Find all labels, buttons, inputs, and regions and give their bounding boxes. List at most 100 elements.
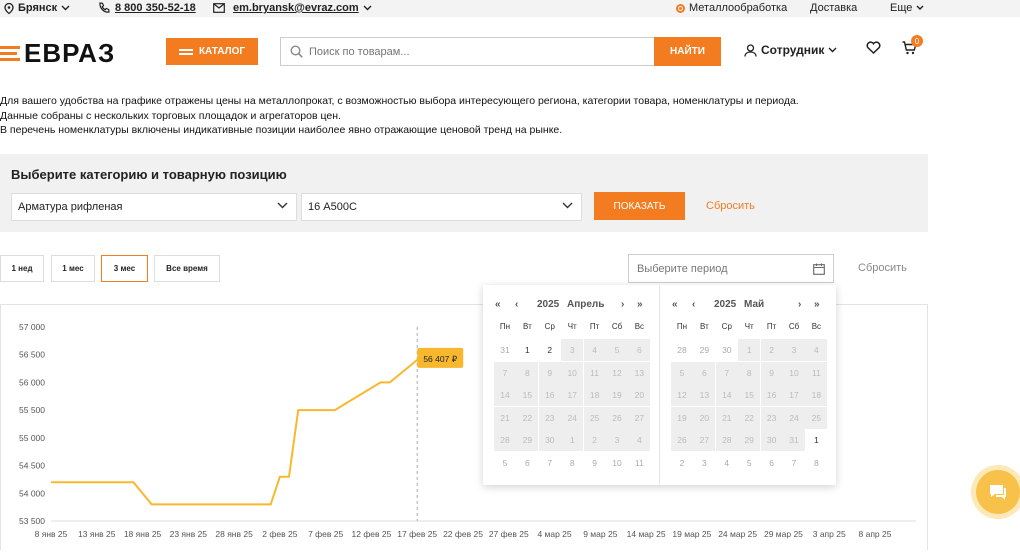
category-select[interactable]: Арматура рифленая [11,193,297,221]
calendar-day[interactable]: 28 [671,339,693,361]
range-1-month[interactable]: 1 мес [51,255,95,282]
next-year-button[interactable]: » [637,299,643,310]
calendar-month[interactable]: Май [744,299,764,310]
calendar-day[interactable]: 2 [539,339,561,361]
next-year-button[interactable]: » [814,299,820,310]
calendar-day[interactable]: 8 [561,452,583,474]
calendar-day[interactable]: 9 [584,452,606,474]
calendar-day[interactable]: 5 [738,452,760,474]
phone-link[interactable]: 8 800 350-52-18 [98,2,196,14]
period-reset-link[interactable]: Сбросить [858,262,907,274]
weekday-label: Вс [628,322,650,331]
calendar-day[interactable]: 5 [494,452,516,474]
logo[interactable]: ЕВРАЗ [0,38,115,69]
calendar-day: 8 [738,362,760,384]
more-menu[interactable]: Еще [890,2,924,14]
chat-widget-button[interactable] [976,470,1020,514]
x-tick-label: 3 апр 25 [813,529,846,539]
catalog-button[interactable]: КАТАЛОГ [166,38,258,65]
calendar-day[interactable]: 31 [494,339,516,361]
calendar-day: 24 [561,407,583,429]
period-picker[interactable]: Выберите период [628,254,834,283]
metalwork-link[interactable]: Металлообработка [676,2,787,14]
prev-year-button[interactable]: « [495,299,501,310]
search-button[interactable]: НАЙТИ [654,37,721,66]
delivery-link[interactable]: Доставка [810,2,857,14]
calendar-day: 12 [606,362,628,384]
calendar-day[interactable]: 29 [693,339,715,361]
calendar-day: 7 [716,362,738,384]
calendar-day: 2 [584,429,606,451]
weekday-label: Пт [584,322,606,331]
calendar-day[interactable]: 4 [716,452,738,474]
range-3-months[interactable]: 3 мес [101,255,148,282]
city-selector[interactable]: Брянск [4,2,70,14]
calendar-day[interactable]: 2 [671,452,693,474]
menu-icon [179,49,193,55]
prev-month-button[interactable]: ‹ [515,299,518,310]
favorites-icon[interactable] [866,41,881,54]
intro-line: В перечень номенклатуры включены индикат… [0,123,799,138]
calendar-day: 20 [693,407,715,429]
header: ЕВРАЗ КАТАЛОГ НАЙТИ Сотрудник 0 [0,17,1020,85]
calendar-day[interactable]: 30 [716,339,738,361]
calendar-day: 5 [671,362,693,384]
x-tick-label: 22 фев 25 [443,529,483,539]
filter-reset-link[interactable]: Сбросить [706,200,755,212]
x-tick-label: 17 фев 25 [397,529,437,539]
user-label: Сотрудник [761,43,824,57]
x-tick-label: 7 фев 25 [308,529,343,539]
calendar-day[interactable]: 1 [805,429,827,451]
metalwork-label: Металлообработка [689,2,787,14]
calendar-day: 28 [716,429,738,451]
range-all-time[interactable]: Все время [154,255,220,282]
chevron-down-icon [61,5,70,11]
calendar-year[interactable]: 2025 [714,299,736,310]
catalog-label: КАТАЛОГ [199,46,245,57]
chevron-down-icon [562,202,573,209]
x-tick-label: 27 фев 25 [489,529,529,539]
intro-line: Данные собраны с нескольких торговых пло… [0,109,799,124]
next-month-button[interactable]: › [798,299,801,310]
prev-month-button[interactable]: ‹ [692,299,695,310]
prev-year-button[interactable]: « [672,299,678,310]
weekday-label: Чт [738,322,760,331]
calendar-day: 3 [783,339,805,361]
calendar-month[interactable]: Апрель [567,299,604,310]
y-tick-label: 56 500 [19,350,45,360]
calendar-day[interactable]: 10 [606,452,628,474]
calendar-day: 11 [584,362,606,384]
show-button[interactable]: ПОКАЗАТЬ [594,192,685,220]
item-select[interactable]: 16 А500С [301,193,582,221]
calendar-year[interactable]: 2025 [537,299,559,310]
y-tick-label: 55 000 [19,433,45,443]
next-month-button[interactable]: › [621,299,624,310]
x-tick-label: 24 мар 25 [718,529,757,539]
calendar-day: 14 [716,384,738,406]
calendar-day: 27 [628,407,650,429]
calendar-month-april: «‹2025Апрель›»ПнВтСрЧтПтСбВс311234567891… [483,285,659,485]
filter-panel: Выберите категорию и товарную позицию Ар… [0,154,928,232]
weekday-label: Пн [494,322,516,331]
search-input[interactable] [309,46,649,58]
calendar-day: 16 [539,384,561,406]
intro-line: Для вашего удобства на графике отражены … [0,94,799,109]
x-tick-label: 8 апр 25 [859,529,892,539]
calendar-day[interactable]: 8 [805,452,827,474]
calendar-day[interactable]: 11 [628,452,650,474]
chevron-down-icon [916,5,924,11]
item-value: 16 А500С [308,201,357,213]
email-selector[interactable]: em.bryansk@evraz.com [213,2,372,14]
calendar-day[interactable]: 7 [783,452,805,474]
calendar-day[interactable]: 6 [761,452,783,474]
calendar-day[interactable]: 3 [693,452,715,474]
y-tick-label: 53 500 [19,516,45,526]
calendar-day[interactable]: 1 [516,339,538,361]
calendar-day[interactable]: 6 [516,452,538,474]
calendar-day: 26 [606,407,628,429]
user-menu[interactable]: Сотрудник [744,43,837,57]
weekday-label: Ср [716,322,738,331]
calendar-day: 15 [516,384,538,406]
calendar-day[interactable]: 7 [539,452,561,474]
range-1-week[interactable]: 1 нед [0,255,44,282]
